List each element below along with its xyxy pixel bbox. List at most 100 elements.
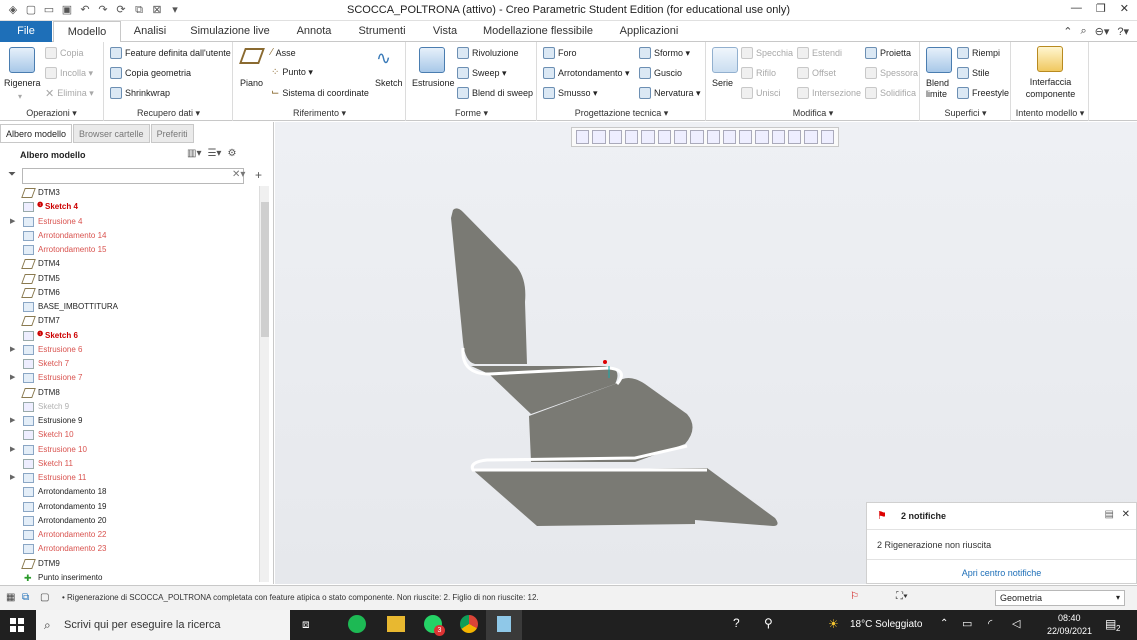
status-model-icon[interactable]: ⧉ bbox=[22, 592, 29, 603]
tree-columns-icon[interactable]: ▥▾ bbox=[187, 148, 201, 159]
add-filter-icon[interactable]: + bbox=[255, 168, 262, 182]
tree-expand-icon[interactable]: ▶ bbox=[10, 471, 15, 485]
selection-filter-select[interactable]: Geometria ▾ bbox=[995, 590, 1125, 606]
notification-doc-icon[interactable]: ▤ bbox=[1105, 509, 1114, 520]
estrusione-button[interactable]: Estrusione bbox=[412, 78, 455, 88]
help-question-icon[interactable]: ?▾ bbox=[1117, 25, 1129, 38]
component-interface-icon[interactable] bbox=[1037, 46, 1063, 72]
feature-utente-button[interactable]: Feature definita dall'utente bbox=[110, 47, 231, 59]
boundary-blend-icon[interactable] bbox=[926, 47, 952, 73]
close-icon[interactable]: ✕ bbox=[1120, 2, 1129, 15]
tab-browser-cartelle[interactable]: Browser cartelle bbox=[73, 124, 150, 143]
serie-button[interactable]: Serie bbox=[712, 78, 733, 88]
shrinkwrap-button[interactable]: Shrinkwrap bbox=[110, 87, 170, 99]
sweep-button[interactable]: Sweep ▾ bbox=[457, 67, 507, 79]
group-label-riferimento[interactable]: Riferimento ▾ bbox=[234, 108, 405, 119]
group-label-forme[interactable]: Forme ▾ bbox=[407, 108, 536, 119]
group-label-progettazione[interactable]: Progettazione tecnica ▾ bbox=[538, 108, 705, 119]
tab-modello[interactable]: Modello bbox=[53, 21, 121, 43]
tree-expand-icon[interactable]: ▶ bbox=[10, 414, 15, 428]
help-tray-icon[interactable]: ? bbox=[733, 616, 740, 630]
blend-limite-button[interactable]: Blend limite bbox=[926, 78, 954, 100]
creo-taskbar-button[interactable] bbox=[486, 610, 522, 640]
sketch-button[interactable]: Sketch bbox=[375, 78, 403, 88]
tree-expand-icon[interactable]: ▶ bbox=[10, 215, 15, 229]
nervatura-button[interactable]: Nervatura ▾ bbox=[639, 87, 701, 99]
people-icon[interactable]: ⚲ bbox=[764, 616, 773, 630]
tree-expand-icon[interactable]: ▶ bbox=[10, 443, 15, 457]
plane-icon[interactable] bbox=[239, 48, 265, 64]
file-explorer-icon[interactable] bbox=[387, 616, 405, 632]
tree-expand-icon[interactable]: ▶ bbox=[10, 343, 15, 357]
group-label-superfici[interactable]: Superfici ▾ bbox=[921, 108, 1010, 119]
weather-text[interactable]: 18°C Soleggiato bbox=[850, 619, 922, 630]
offset-button[interactable]: Offset bbox=[797, 67, 836, 79]
taskbar-search[interactable]: ⌕ Scrivi qui per eseguire la ricerca bbox=[36, 610, 290, 640]
tab-albero-modello[interactable]: Albero modello bbox=[0, 124, 73, 143]
tab-strumenti[interactable]: Strumenti bbox=[348, 21, 416, 42]
group-label-operazioni[interactable]: Operazioni ▾ bbox=[0, 108, 103, 119]
regenerate-big-icon[interactable] bbox=[9, 47, 35, 73]
close-notifications-icon[interactable]: ✕ bbox=[1122, 509, 1130, 520]
intersezione-button[interactable]: Intersezione bbox=[797, 87, 861, 99]
tree-settings-icon[interactable]: ⚙ bbox=[227, 148, 236, 159]
minimize-icon[interactable]: — bbox=[1071, 2, 1082, 15]
riempi-button[interactable]: Riempi bbox=[957, 47, 1000, 59]
incolla-button[interactable]: Incolla ▾ bbox=[45, 67, 93, 79]
help-icon[interactable]: ⊖▾ bbox=[1095, 25, 1110, 38]
blend-sweep-button[interactable]: Blend di sweep bbox=[457, 87, 533, 99]
elimina-button[interactable]: ✕ Elimina ▾ bbox=[45, 87, 94, 100]
tree-scroll-thumb[interactable] bbox=[261, 202, 269, 337]
open-notification-center-link[interactable]: Apri centro notifiche bbox=[867, 568, 1136, 578]
spessora-button[interactable]: Spessora bbox=[865, 67, 918, 79]
status-grid-icon[interactable]: ▦ bbox=[6, 592, 15, 603]
tab-preferiti[interactable]: Preferiti bbox=[150, 124, 194, 143]
specchia-button[interactable]: Specchia bbox=[741, 47, 793, 59]
stile-button[interactable]: Stile bbox=[957, 67, 990, 79]
windows-start-icon[interactable] bbox=[10, 618, 24, 632]
volume-icon[interactable]: ◁ bbox=[1012, 617, 1020, 630]
status-window-icon[interactable]: ▢ bbox=[40, 592, 49, 603]
clock-date[interactable]: 22/09/2021 bbox=[1047, 626, 1092, 636]
sformo-button[interactable]: Sformo ▾ bbox=[639, 47, 690, 59]
sketch-icon[interactable]: ∿ bbox=[376, 48, 391, 69]
tab-analisi[interactable]: Analisi bbox=[124, 21, 176, 42]
task-view-icon[interactable]: ⧈ bbox=[302, 617, 310, 632]
solidifica-button[interactable]: Solidifica bbox=[865, 87, 916, 99]
status-find-icon[interactable]: ⛶▾ bbox=[896, 591, 908, 602]
rifilo-button[interactable]: Rifilo bbox=[741, 67, 776, 79]
tree-search-input[interactable] bbox=[22, 168, 244, 184]
sistema-coordinate-button[interactable]: ⌙ Sistema di coordinate bbox=[271, 87, 369, 98]
interfaccia-componente-button[interactable]: Interfaccia componente bbox=[1014, 76, 1087, 100]
copia-button[interactable]: Copia bbox=[45, 47, 84, 59]
rigenera-button[interactable]: Rigenera bbox=[4, 78, 41, 88]
asse-button[interactable]: ⁄ Asse bbox=[271, 47, 296, 58]
arrotondamento-button[interactable]: Arrotondamento ▾ bbox=[543, 67, 630, 79]
restore-icon[interactable]: ❐ bbox=[1096, 2, 1106, 15]
rivoluzione-button[interactable]: Rivoluzione bbox=[457, 47, 519, 59]
piano-button[interactable]: Piano bbox=[240, 78, 263, 88]
clock-time[interactable]: 08:40 bbox=[1058, 613, 1081, 623]
group-label-modifica[interactable]: Modifica ▾ bbox=[707, 108, 919, 119]
tab-applicazioni[interactable]: Applicazioni bbox=[606, 21, 692, 42]
punto-button[interactable]: ⁘ Punto ▾ bbox=[271, 67, 313, 78]
tree-expand-icon[interactable]: ▶ bbox=[10, 371, 15, 385]
pattern-icon[interactable] bbox=[712, 47, 738, 73]
freestyle-button[interactable]: Freestyle bbox=[957, 87, 1009, 99]
proietta-button[interactable]: Proietta bbox=[865, 47, 911, 59]
smusso-button[interactable]: Smusso ▾ bbox=[543, 87, 598, 99]
wifi-icon[interactable]: ◜ bbox=[988, 617, 992, 630]
extrude-icon[interactable] bbox=[419, 47, 445, 73]
tab-modellazione-flessibile[interactable]: Modellazione flessibile bbox=[474, 21, 602, 42]
copia-geometria-button[interactable]: Copia geometria bbox=[110, 67, 191, 79]
status-regenerate-icon[interactable]: ⚐ bbox=[850, 591, 859, 602]
clear-search-icon[interactable]: ✕▾ bbox=[232, 169, 245, 180]
action-center-icon[interactable]: ▤ bbox=[1105, 617, 1116, 631]
guscio-button[interactable]: Guscio bbox=[639, 67, 682, 79]
group-label-recupero[interactable]: Recupero dati ▾ bbox=[105, 108, 232, 119]
estendi-button[interactable]: Estendi bbox=[797, 47, 842, 59]
chrome-icon[interactable] bbox=[460, 615, 478, 633]
tab-file[interactable]: File bbox=[0, 21, 52, 42]
arrow-up-icon[interactable]: ⌃ bbox=[1063, 25, 1072, 38]
tab-vista[interactable]: Vista bbox=[420, 21, 470, 42]
